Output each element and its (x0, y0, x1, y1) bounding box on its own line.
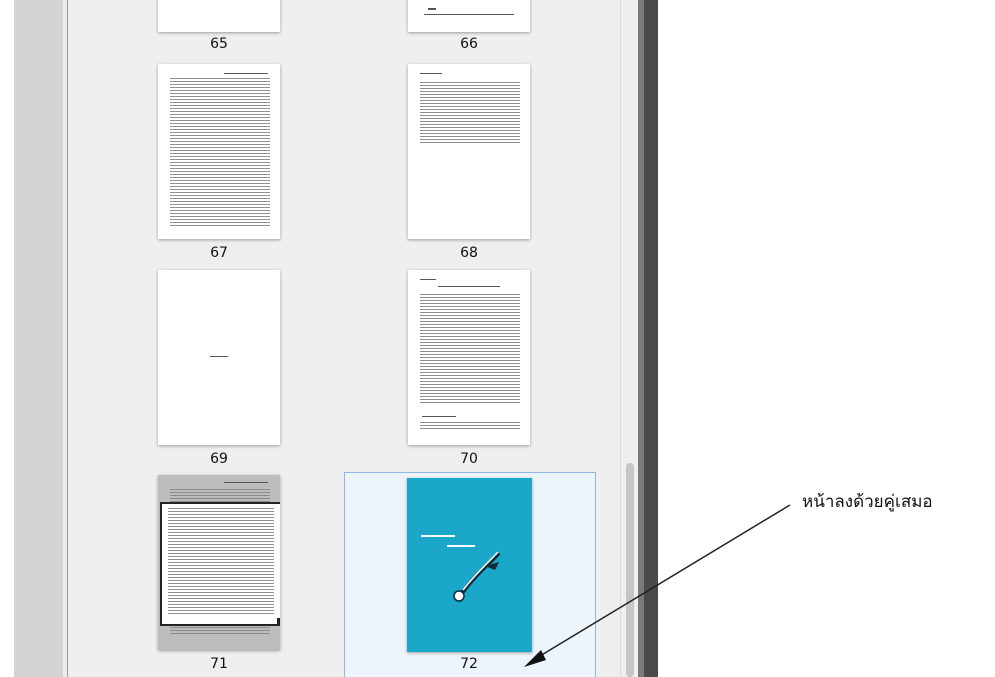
annotation-label: หน้าลงด้วยคู่เสมอ (802, 492, 933, 512)
annotation-arrow (524, 504, 791, 667)
